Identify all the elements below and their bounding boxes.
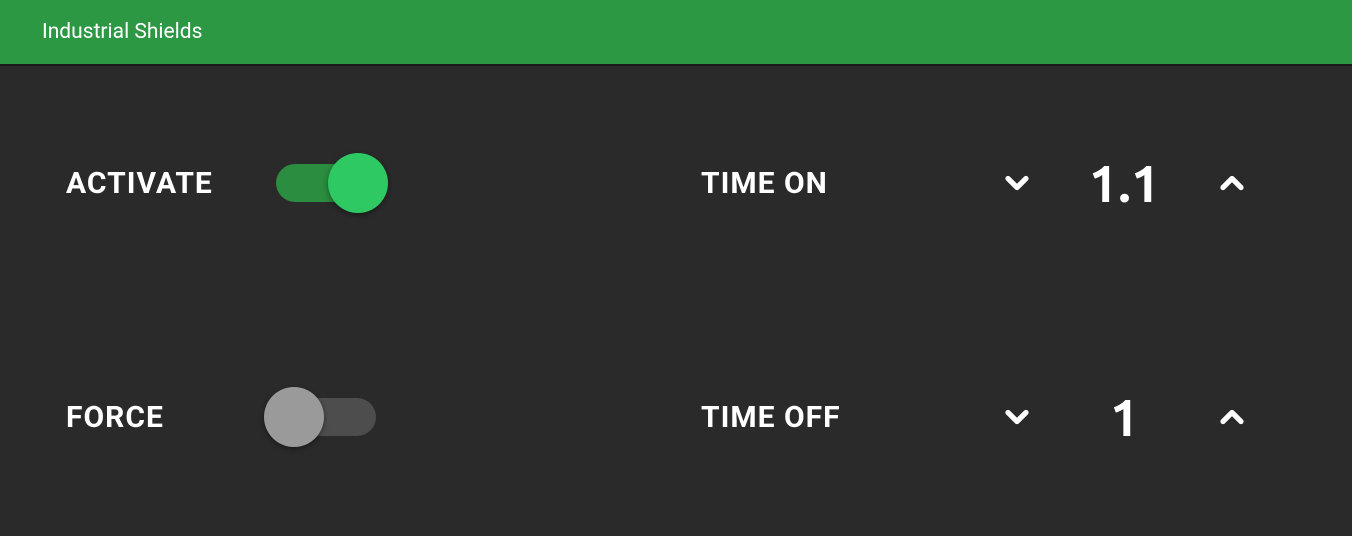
chevron-down-icon[interactable]	[997, 163, 1037, 203]
row-force-timeoff: FORCE TIME OFF 1	[0, 300, 1352, 534]
force-toggle[interactable]	[276, 398, 376, 436]
time-off-group: TIME OFF 1	[676, 388, 1352, 446]
activate-label: ACTIVATE	[66, 166, 276, 201]
time-on-label: TIME ON	[701, 166, 997, 201]
time-off-label: TIME OFF	[701, 400, 997, 435]
chevron-down-icon[interactable]	[997, 397, 1037, 437]
activate-group: ACTIVATE	[0, 164, 676, 202]
main-panel: ACTIVATE TIME ON 1.1	[0, 66, 1352, 534]
activate-toggle-knob	[328, 153, 388, 213]
chevron-up-icon[interactable]	[1212, 397, 1252, 437]
time-on-value: 1.1	[1077, 154, 1172, 212]
time-off-stepper: 1	[997, 388, 1252, 446]
row-activate-timeon: ACTIVATE TIME ON 1.1	[0, 66, 1352, 300]
force-label: FORCE	[66, 400, 276, 435]
force-group: FORCE	[0, 398, 676, 436]
header: Industrial Shields	[0, 0, 1352, 66]
chevron-up-icon[interactable]	[1212, 163, 1252, 203]
force-toggle-knob	[264, 387, 324, 447]
time-on-group: TIME ON 1.1	[676, 154, 1352, 212]
header-title: Industrial Shields	[42, 20, 202, 44]
activate-toggle[interactable]	[276, 164, 376, 202]
time-off-value: 1	[1077, 388, 1172, 446]
time-on-stepper: 1.1	[997, 154, 1252, 212]
